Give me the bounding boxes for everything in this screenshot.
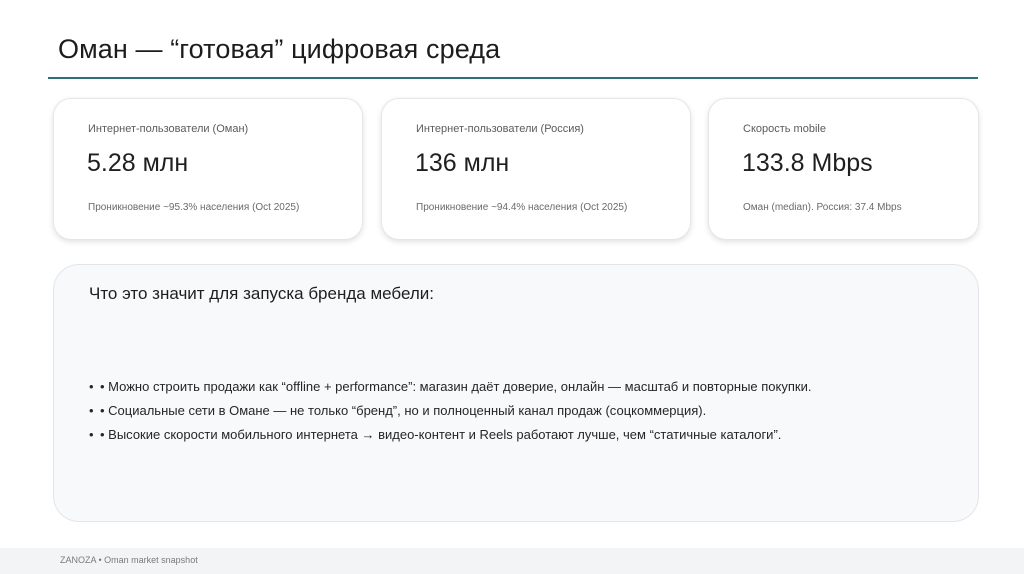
footer: ZANOZA • Oman market snapshot xyxy=(0,548,1024,574)
stat-card-mobile-speed: Скорость mobile 133.8 Mbps Оман (median)… xyxy=(708,98,979,240)
bullet-icon: • xyxy=(89,379,94,394)
title-divider xyxy=(48,77,978,79)
stat-value: 5.28 млн xyxy=(87,149,189,177)
stat-note: Проникновение ~94.4% населения (Oct 2025… xyxy=(416,202,628,213)
implications-panel: Что это значит для запуска бренда мебели… xyxy=(53,264,979,522)
stat-label: Скорость mobile xyxy=(743,123,826,135)
bullet-icon: • xyxy=(89,403,94,418)
footer-text: ZANOZA • Oman market snapshot xyxy=(60,555,198,565)
page-title: Оман — “готовая” цифровая среда xyxy=(58,34,501,64)
stat-label: Интернет-пользователи (Россия) xyxy=(416,123,584,135)
panel-heading: Что это значит для запуска бренда мебели… xyxy=(89,284,434,303)
stat-note: Оман (median). Россия: 37.4 Mbps xyxy=(743,202,902,213)
stat-card-oman-users: Интернет-пользователи (Оман) 5.28 млн Пр… xyxy=(53,98,363,240)
list-item-text: • Можно строить продажи как “offline + p… xyxy=(100,379,812,394)
stat-value: 136 млн xyxy=(415,149,510,177)
list-item: • • Социальные сети в Омане — не только “… xyxy=(89,401,811,425)
list-item: • • Можно строить продажи как “offline + … xyxy=(89,377,811,401)
stat-note: Проникновение ~95.3% населения (Oct 2025… xyxy=(88,202,300,213)
bullet-icon: • xyxy=(89,427,94,442)
slide: Оман — “готовая” цифровая среда Интернет… xyxy=(0,0,1024,574)
stat-card-russia-users: Интернет-пользователи (Россия) 136 млн П… xyxy=(381,98,691,240)
implications-list: • • Можно строить продажи как “offline + … xyxy=(89,377,811,449)
stat-value: 133.8 Mbps xyxy=(742,149,873,177)
list-item-text: • Высокие скорости мобильного интернета … xyxy=(100,427,782,442)
stat-label: Интернет-пользователи (Оман) xyxy=(88,123,249,135)
list-item: • • Высокие скорости мобильного интернета… xyxy=(89,425,811,449)
list-item-text: • Социальные сети в Омане — не только “б… xyxy=(100,403,707,418)
